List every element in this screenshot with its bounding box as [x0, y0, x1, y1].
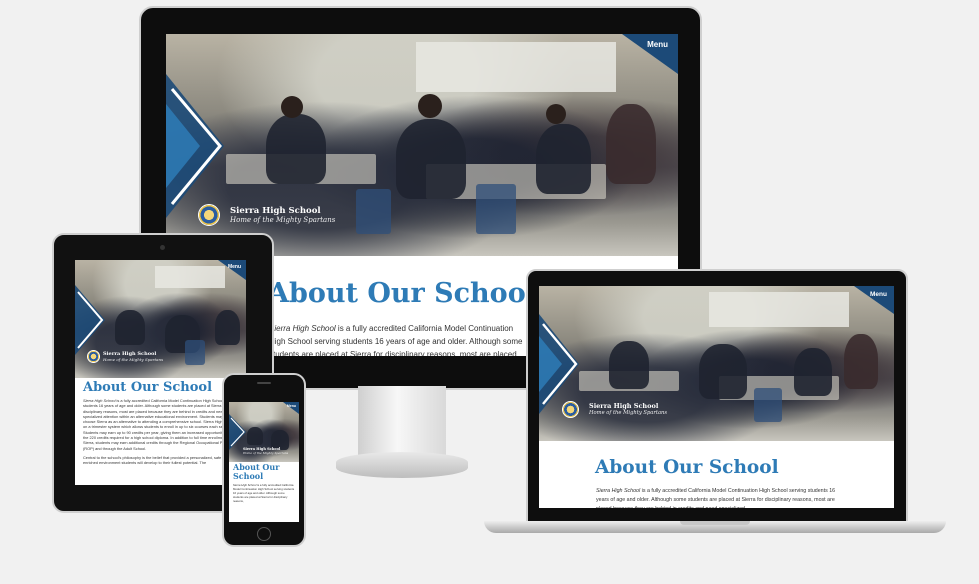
menu-button[interactable]: Menu — [647, 40, 668, 49]
phone-title-line2: School — [233, 471, 264, 481]
intro-paragraph: Sierra High School is a fully accredited… — [269, 322, 529, 356]
phone-hero-image: Menu Sierra High School Home of the Migh… — [229, 402, 299, 462]
laptop-seal-logo — [562, 401, 579, 418]
tablet-seal-logo — [87, 350, 100, 363]
laptop-body-text: Sierra High School is a fully accredited… — [596, 487, 836, 508]
tablet-tagline: Home of the Mighty Spartans — [103, 357, 164, 362]
phone-screen: Menu Sierra High School Home of the Migh… — [229, 402, 299, 522]
tablet-para1: is a fully accredited California Model C… — [83, 398, 240, 451]
school-brand[interactable]: Sierra High School Home of the Mighty Sp… — [230, 206, 335, 224]
tablet-body-text: Sierra High School is a fully accredited… — [83, 398, 243, 484]
phone-earpiece — [257, 382, 271, 384]
laptop-intro-school-name: Sierra High School — [596, 488, 641, 494]
tablet-camera — [160, 245, 165, 250]
intro-school-name: Sierra High School — [269, 324, 336, 333]
monitor-stand-neck — [358, 386, 446, 456]
phone-home-button[interactable] — [257, 527, 271, 541]
tablet-brand[interactable]: Sierra High School Home of the Mighty Sp… — [103, 351, 163, 362]
page-title: About Our School — [268, 278, 536, 309]
phone-brand[interactable]: Sierra High School Home of the Mighty Sp… — [243, 447, 288, 455]
phone-body-text: Sierra High School is a fully accredited… — [233, 483, 295, 521]
tablet-intro-school-name: Sierra High School — [83, 398, 116, 403]
laptop-chevron-icon — [539, 314, 579, 414]
laptop-hero-image: Menu Sierra High School Home of the Migh… — [539, 286, 894, 441]
laptop-page-title: About Our School — [595, 457, 779, 478]
hero-image: Menu Sierra High School Home of the Migh… — [166, 34, 678, 256]
laptop-menu-button[interactable]: Menu — [870, 291, 887, 298]
school-seal-logo — [198, 204, 220, 226]
laptop-tagline: Home of the Mighty Spartans — [589, 410, 668, 416]
phone-page-title: About Our School — [233, 463, 279, 481]
phone-menu-button[interactable]: Menu — [287, 404, 296, 408]
tablet-screen: Menu Sierra High School Home of the Migh… — [75, 260, 246, 485]
laptop-notch — [680, 521, 750, 525]
tablet-para2: Central to the school's philosophy is th… — [83, 454, 229, 466]
monitor-stand-base — [336, 452, 468, 478]
tablet-menu-button[interactable]: Menu — [228, 264, 241, 270]
laptop-brand[interactable]: Sierra High School Home of the Mighty Sp… — [589, 402, 667, 416]
tablet-page-title: About Our School — [83, 380, 213, 395]
school-tagline: Home of the Mighty Spartans — [230, 216, 336, 224]
laptop-lid: Menu Sierra High School Home of the Migh… — [526, 269, 908, 525]
laptop-school-name: Sierra High School — [589, 402, 659, 410]
laptop-screen: Menu Sierra High School Home of the Migh… — [539, 286, 894, 508]
tablet-menu-corner — [218, 260, 246, 280]
phone-tagline: Home of the Mighty Spartans — [243, 451, 289, 455]
tablet-hero-image: Menu Sierra High School Home of the Migh… — [75, 260, 246, 378]
phone-device: Menu Sierra High School Home of the Migh… — [222, 373, 306, 547]
school-name: Sierra High School — [230, 206, 321, 216]
